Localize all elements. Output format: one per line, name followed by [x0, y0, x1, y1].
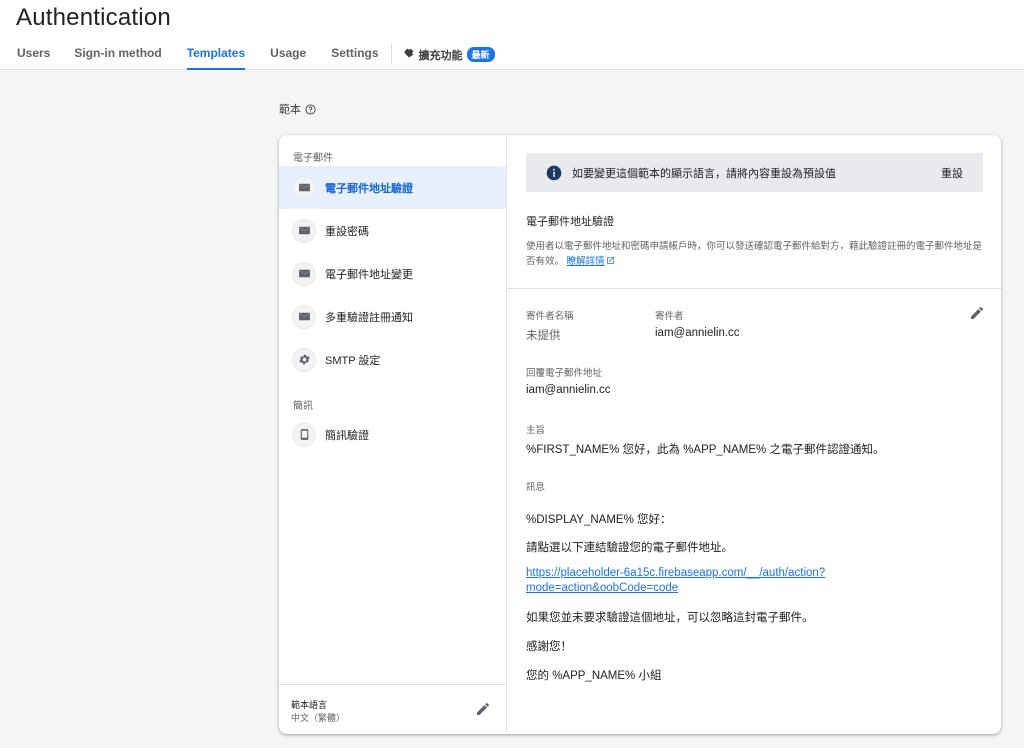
- info-icon: [546, 165, 562, 180]
- template-title: 電子郵件地址驗證: [526, 216, 614, 228]
- top-bar: Authentication Users Sign-in method Temp…: [0, 0, 1024, 70]
- nav-item-password-reset[interactable]: 重設密碼: [279, 209, 506, 252]
- tab-usage[interactable]: Usage: [270, 40, 306, 70]
- edit-language-icon[interactable]: [475, 701, 491, 717]
- learn-more-link[interactable]: 瞭解詳情: [567, 256, 605, 267]
- tab-users[interactable]: Users: [17, 40, 50, 70]
- phone-icon: [292, 422, 316, 447]
- tab-sign-in-method[interactable]: Sign-in method: [74, 40, 161, 70]
- new-badge: 最新: [466, 47, 495, 62]
- message-label: 訊息: [526, 482, 546, 493]
- tab-extensions[interactable]: 擴充功能 最新: [403, 40, 495, 70]
- templates-card: 電子郵件 電子郵件地址驗證 重設密碼 電子郵件地址變更 多重驗證註冊通知 SMT…: [279, 135, 1001, 734]
- mail-icon: [292, 304, 316, 329]
- template-list: 電子郵件 電子郵件地址驗證 重設密碼 電子郵件地址變更 多重驗證註冊通知 SMT…: [279, 135, 507, 734]
- section-divider: [507, 288, 1001, 289]
- mail-icon: [292, 261, 316, 286]
- template-language: 範本語言 中文（繁體）: [279, 684, 506, 734]
- tab-templates[interactable]: Templates: [186, 40, 246, 70]
- nav-item-sms-verification[interactable]: 簡訊驗證: [279, 413, 506, 456]
- sender-value: iam@annielin.cc: [655, 327, 740, 339]
- message-instruction: 請點選以下連結驗證您的電子郵件地址。: [526, 542, 733, 554]
- nav-item-label: SMTP 設定: [325, 354, 381, 367]
- template-detail: 如要變更這個範本的顯示語言，請將內容重設為預設值 重設 電子郵件地址驗證 使用者…: [507, 135, 1001, 734]
- help-icon[interactable]: [305, 103, 316, 115]
- email-group-label: 電子郵件: [293, 153, 333, 164]
- nav-item-label: 簡訊驗證: [325, 429, 369, 442]
- section-label: 範本: [279, 101, 316, 117]
- nav-item-mfa-enrollment[interactable]: 多重驗證註冊通知: [279, 295, 506, 338]
- reply-to-label: 回覆電子郵件地址: [526, 368, 603, 379]
- message-thanks: 感謝您！: [526, 641, 572, 653]
- sms-group-label: 簡訊: [293, 401, 313, 412]
- nav-item-email-verification[interactable]: 電子郵件地址驗證: [279, 166, 506, 209]
- nav-item-label: 電子郵件地址變更: [325, 268, 413, 281]
- template-description: 使用者以電子郵件地址和密碼申請帳戶時，你可以發送確認電子郵件給對方，藉此驗證註冊…: [526, 239, 986, 269]
- edit-template-icon[interactable]: [969, 305, 985, 321]
- tab-settings[interactable]: Settings: [331, 40, 378, 70]
- section-label-text: 範本: [279, 104, 301, 116]
- gear-icon: [292, 347, 316, 372]
- sender-name-label: 寄件者名稱: [526, 311, 574, 322]
- nav-item-label: 電子郵件地址驗證: [325, 182, 413, 195]
- mail-icon: [292, 175, 316, 200]
- tab-bar: Users Sign-in method Templates Usage Set…: [0, 40, 495, 70]
- nav-item-label: 重設密碼: [325, 225, 369, 238]
- verification-link[interactable]: https://placeholder-6a15c.firebaseapp.co…: [526, 566, 886, 596]
- subject-value: %FIRST_NAME% 您好，此為 %APP_NAME% 之電子郵件認證通知。: [526, 444, 885, 456]
- sender-label: 寄件者: [655, 311, 684, 322]
- message-signature: 您的 %APP_NAME% 小組: [526, 670, 662, 682]
- reset-button[interactable]: 重設: [941, 165, 963, 181]
- extensions-icon: [404, 48, 414, 58]
- external-link-icon: [606, 257, 614, 264]
- reply-to-value: iam@annielin.cc: [526, 384, 611, 396]
- sender-name-value: 未提供: [526, 330, 561, 342]
- nav-item-label: 多重驗證註冊通知: [325, 311, 413, 324]
- nav-item-smtp-settings[interactable]: SMTP 設定: [279, 338, 506, 381]
- page-title: Authentication: [16, 4, 171, 31]
- info-banner: 如要變更這個範本的顯示語言，請將內容重設為預設值 重設: [526, 153, 983, 192]
- nav-item-email-change[interactable]: 電子郵件地址變更: [279, 252, 506, 295]
- mail-icon: [292, 218, 316, 243]
- tab-extensions-label: 擴充功能: [418, 50, 463, 62]
- template-language-value: 中文（繁體）: [291, 713, 346, 723]
- template-language-title: 範本語言: [291, 700, 328, 710]
- message-greeting: %DISPLAY_NAME% 您好：: [526, 514, 672, 526]
- subject-label: 主旨: [526, 425, 546, 436]
- info-banner-text: 如要變更這個範本的顯示語言，請將內容重設為預設值: [572, 167, 836, 180]
- tab-divider: [390, 44, 392, 64]
- message-ignore: 如果您並未要求驗證這個地址，可以忽略這封電子郵件。: [526, 612, 814, 624]
